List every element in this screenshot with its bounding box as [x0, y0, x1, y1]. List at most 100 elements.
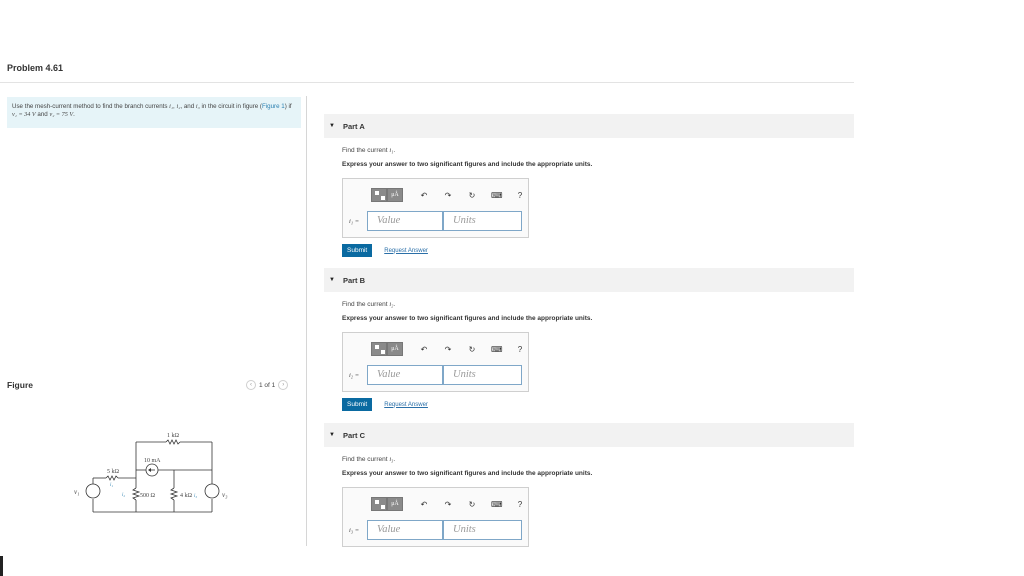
edge-marker [0, 556, 3, 576]
answer-var-label: i₁ = [349, 217, 360, 225]
redo-icon[interactable]: ↷ [443, 191, 453, 200]
answer-row: i₂ = Value Units [349, 365, 522, 385]
label-i1: i₁ [110, 483, 113, 488]
question-text: Find the current [342, 147, 390, 154]
column-divider [306, 96, 307, 546]
part-a: ▼ Part A Find the current i₁. Express yo… [324, 114, 854, 257]
part-a-header[interactable]: ▼ Part A [324, 114, 854, 138]
units-button[interactable]: μÅ [387, 497, 403, 511]
problem-statement: Use the mesh-current method to find the … [7, 97, 301, 128]
intro-text: Use the mesh-current method to find the … [12, 103, 170, 110]
chevron-right-icon[interactable]: › [278, 380, 289, 390]
label-v3: v₃ [222, 491, 228, 499]
units-input[interactable]: Units [443, 365, 522, 385]
label-r-right: 4 kΩ [180, 493, 193, 499]
value-input[interactable]: Value [367, 365, 443, 385]
question-text: Find the current [342, 456, 390, 463]
reset-icon[interactable]: ↻ [467, 500, 477, 509]
intro-text: ) if [284, 103, 292, 110]
circuit-diagram: 1 kΩ 10 mA 5 kΩ 500 Ω 4 kΩ v₁ v₃ i₁ i₂ i… [74, 433, 228, 513]
part-c-question: Find the current i₃. [342, 456, 854, 463]
part-c: ▼ Part C Find the current i₃. Express yo… [324, 423, 854, 547]
math-toolbar: μÅ ↶ ↷ ↻ ⌨ ? [371, 188, 525, 202]
part-b-actions: Submit Request Answer [342, 398, 854, 411]
label-r-left: 5 kΩ [107, 469, 120, 475]
keyboard-icon[interactable]: ⌨ [491, 500, 503, 509]
question-text: . [393, 301, 396, 308]
part-a-instruction: Express your answer to two significant f… [342, 161, 593, 168]
caret-down-icon: ▼ [329, 123, 335, 129]
value-input[interactable]: Value [367, 520, 443, 540]
units-input[interactable]: Units [443, 520, 522, 540]
intro-text: , and [180, 103, 196, 110]
question-text: . [393, 147, 396, 154]
answer-var-label: i₃ = [349, 526, 360, 534]
answer-row: i₃ = Value Units [349, 520, 522, 540]
templates-icon[interactable] [371, 342, 387, 356]
caret-down-icon: ▼ [329, 432, 335, 438]
part-a-question: Find the current i₁. [342, 147, 854, 154]
pager-text: 1 of 1 [259, 381, 276, 389]
label-r-mid: 500 Ω [140, 493, 156, 499]
question-text: Find the current [342, 301, 390, 308]
label-r-top: 1 kΩ [167, 433, 180, 439]
math-toolbar: μÅ ↶ ↷ ↻ ⌨ ? [371, 342, 525, 356]
label-i3: i₃ [194, 494, 197, 499]
part-c-answer-box: μÅ ↶ ↷ ↻ ⌨ ? i₃ = Value Units [342, 487, 529, 547]
part-b-answer-box: μÅ ↶ ↷ ↻ ⌨ ? i₂ = Value Units [342, 332, 529, 392]
keyboard-icon[interactable]: ⌨ [491, 191, 503, 200]
page-title: Problem 4.61 [7, 63, 64, 73]
intro-text: and [35, 111, 50, 118]
label-current-source: 10 mA [144, 458, 161, 464]
label-i2: i₂ [122, 493, 125, 498]
units-button[interactable]: μÅ [387, 342, 403, 356]
caret-down-icon: ▼ [329, 277, 335, 283]
units-button[interactable]: μÅ [387, 188, 403, 202]
intro-text: . [73, 111, 75, 118]
keyboard-icon[interactable]: ⌨ [491, 345, 503, 354]
templates-icon[interactable] [371, 188, 387, 202]
undo-icon[interactable]: ↶ [419, 345, 429, 354]
help-icon[interactable]: ? [515, 345, 525, 354]
units-input[interactable]: Units [443, 211, 522, 231]
value-input[interactable]: Value [367, 211, 443, 231]
math-toolbar: μÅ ↶ ↷ ↻ ⌨ ? [371, 497, 525, 511]
part-a-answer-box: μÅ ↶ ↷ ↻ ⌨ ? i₁ = Value Units [342, 178, 529, 238]
intro-text: in the circuit in figure ( [199, 103, 262, 110]
templates-icon[interactable] [371, 497, 387, 511]
part-b-title: Part B [342, 275, 366, 285]
request-answer-link[interactable]: Request Answer [384, 402, 428, 408]
request-answer-link[interactable]: Request Answer [384, 248, 428, 254]
part-c-title: Part C [342, 430, 366, 440]
var-v1: v₁ = 34 V [12, 111, 36, 118]
part-b-instruction: Express your answer to two significant f… [342, 315, 593, 322]
part-c-header[interactable]: ▼ Part C [324, 423, 854, 447]
answer-row: i₁ = Value Units [349, 211, 522, 231]
undo-icon[interactable]: ↶ [419, 500, 429, 509]
part-a-title: Part A [342, 121, 365, 131]
undo-icon[interactable]: ↶ [419, 191, 429, 200]
part-b-header[interactable]: ▼ Part B [324, 268, 854, 292]
help-icon[interactable]: ? [515, 191, 525, 200]
part-b-question: Find the current i₂. [342, 301, 854, 308]
voltage-source-v1 [85, 483, 101, 499]
submit-button[interactable]: Submit [342, 244, 373, 257]
part-c-instruction: Express your answer to two significant f… [342, 470, 593, 477]
part-b: ▼ Part B Find the current i₂. Express yo… [324, 268, 854, 411]
label-v1: v₁ [74, 488, 80, 496]
help-icon[interactable]: ? [515, 500, 525, 509]
part-a-actions: Submit Request Answer [342, 244, 854, 257]
redo-icon[interactable]: ↷ [443, 500, 453, 509]
reset-icon[interactable]: ↻ [467, 345, 477, 354]
chevron-left-icon[interactable]: ‹ [246, 380, 256, 390]
question-text: . [393, 456, 396, 463]
redo-icon[interactable]: ↷ [443, 345, 453, 354]
answer-var-label: i₂ = [349, 371, 360, 379]
divider [0, 82, 854, 83]
submit-button[interactable]: Submit [342, 398, 373, 411]
reset-icon[interactable]: ↻ [467, 191, 477, 200]
figure-link[interactable]: Figure 1 [262, 103, 285, 110]
voltage-source-v3 [204, 483, 220, 499]
var-v2: v₂ = 75 V [49, 111, 74, 118]
figure-pager: ‹ 1 of 1 › [246, 380, 289, 390]
